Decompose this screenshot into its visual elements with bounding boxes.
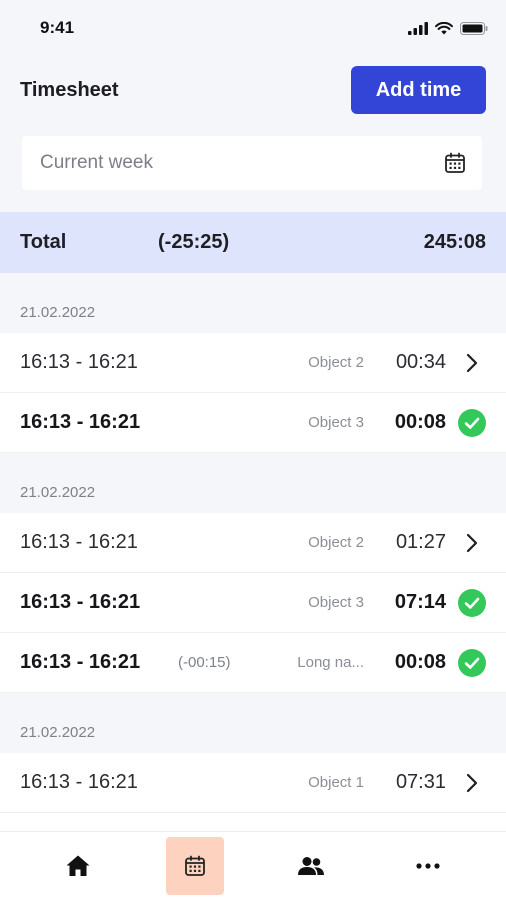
time-entry[interactable]: 16:13 - 16:21 Object 2 00:34 [0,333,506,393]
page-header: Timesheet Add time [0,64,506,116]
entry-object: Object 3 [308,414,364,431]
total-value: 245:08 [423,231,486,253]
people-icon [298,857,325,875]
bottom-nav [0,831,506,900]
entry-duration: 00:08 [394,411,446,433]
add-time-button[interactable]: Add time [351,66,486,114]
entry-time-range: 16:13 - 16:21 [20,351,138,373]
total-bar: Total (-25:25) 245:08 [0,212,506,273]
entry-time-range: 16:13 - 16:21 [20,591,141,613]
entry-duration: 01:27 [395,531,446,553]
entry-object: Object 1 [308,774,364,791]
entry-difference: (-00:15) [178,654,231,671]
entry-duration: 00:08 [394,651,446,673]
time-entry[interactable]: 16:13 - 16:21 Object 3 00:08 [0,393,506,453]
time-entry[interactable]: 16:13 - 16:21 Object 1 07:31 [0,753,506,813]
entry-duration: 07:14 [394,591,446,613]
entry-object: Long na... [297,654,364,671]
calendar-icon [184,855,205,876]
calendar-icon[interactable] [444,152,466,174]
status-icons [408,21,488,35]
check-circle-icon [458,648,486,677]
home-icon [66,855,90,876]
total-label: Total [20,231,67,253]
chevron-right-icon[interactable] [458,529,486,557]
wifi-icon [435,21,453,34]
entry-object: Object 2 [308,354,364,371]
entry-time-range: 16:13 - 16:21 [20,771,138,793]
nav-timesheet[interactable] [165,837,224,895]
date-header: 21.02.2022 [20,484,96,501]
nav-more[interactable] [399,837,457,895]
time-entry[interactable]: 16:13 - 16:21 Object 2 01:27 [0,513,506,573]
entry-time-range: 16:13 - 16:21 [20,651,141,673]
entry-time-range: 16:13 - 16:21 [20,411,141,433]
check-circle-icon [458,408,486,437]
entry-object: Object 2 [308,534,364,551]
date-header: 21.02.2022 [20,724,96,741]
date-header: 21.02.2022 [20,304,96,321]
signal-icon [408,21,428,35]
status-time: 9:41 [40,18,75,37]
page-title: Timesheet [20,78,119,101]
entry-duration: 07:31 [395,771,446,793]
week-filter[interactable]: Current week [22,136,482,190]
total-difference: (-25:25) [158,231,230,253]
more-icon [416,863,440,869]
nav-people[interactable] [282,837,340,895]
chevron-right-icon[interactable] [458,349,486,377]
check-circle-icon [458,588,486,617]
status-bar: 9:41 [0,0,506,56]
entry-object: Object 3 [308,594,364,611]
entry-time-range: 16:13 - 16:21 [20,531,138,553]
time-entry[interactable]: 16:13 - 16:21 (-00:15) Long na... 00:08 [0,633,506,693]
battery-icon [460,21,488,35]
nav-home[interactable] [49,837,107,895]
time-entry[interactable]: 16:13 - 16:21 Object 3 07:14 [0,573,506,633]
week-filter-value: Current week [40,152,153,173]
entry-duration: 00:34 [395,351,446,373]
timesheet-list: 21.02.2022 16:13 - 16:21 Object 2 00:34 … [0,273,506,873]
chevron-right-icon[interactable] [458,769,486,797]
